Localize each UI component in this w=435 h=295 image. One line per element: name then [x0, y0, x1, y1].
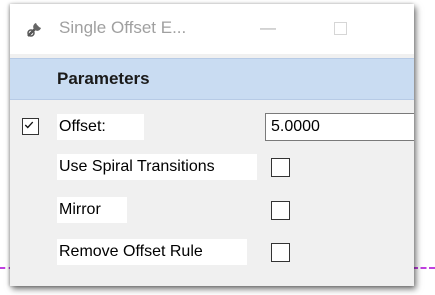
use-spiral-transitions-label: Use Spiral Transitions — [57, 154, 257, 180]
use-spiral-transitions-checkbox[interactable] — [271, 158, 290, 177]
guide-line-right — [412, 267, 435, 269]
mirror-label: Mirror — [57, 197, 127, 223]
title-bar[interactable]: Single Offset E... — — [10, 4, 414, 54]
minimize-button[interactable]: — — [256, 19, 280, 39]
remove-offset-rule-label: Remove Offset Rule — [57, 239, 247, 265]
offset-enable-checkbox[interactable] — [22, 118, 39, 135]
remove-offset-rule-checkbox[interactable] — [271, 243, 290, 262]
offset-label: Offset: — [57, 114, 144, 140]
single-offset-dialog: Single Offset E... — Parameters Offset: … — [10, 4, 414, 286]
window-title: Single Offset E... — [59, 18, 187, 37]
offset-tool-icon — [25, 19, 45, 39]
mirror-checkbox[interactable] — [271, 201, 290, 220]
stage: Single Offset E... — Parameters Offset: … — [0, 0, 435, 295]
maximize-button[interactable] — [334, 22, 347, 35]
parameters-section-header[interactable]: Parameters — [10, 58, 414, 100]
offset-input[interactable] — [265, 113, 414, 141]
section-title: Parameters — [57, 69, 150, 88]
